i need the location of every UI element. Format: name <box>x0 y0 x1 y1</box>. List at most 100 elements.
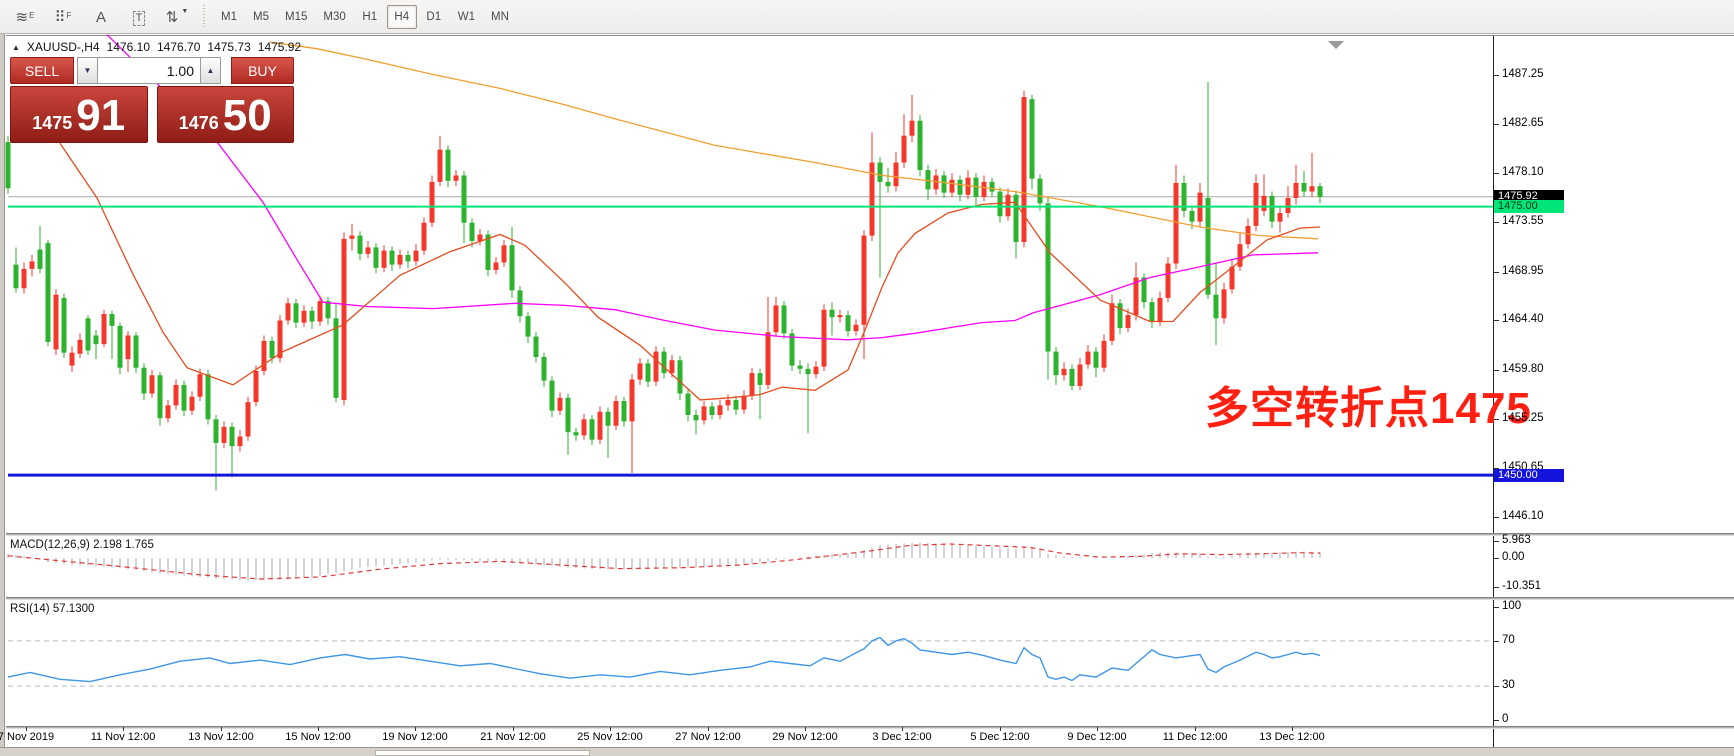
candle-body <box>486 235 491 270</box>
timeframe-button-d1[interactable]: D1 <box>419 5 449 29</box>
candle-body <box>622 401 627 421</box>
candle-body <box>70 353 75 366</box>
symbol-period-label: XAUUSD-,H4 <box>27 40 100 54</box>
candle-body <box>678 360 683 393</box>
candle-body <box>1118 303 1123 328</box>
timeframe-button-m30[interactable]: M30 <box>316 5 352 29</box>
candle-body <box>270 341 275 358</box>
timeframe-button-mn[interactable]: MN <box>484 5 516 29</box>
timeframe-button-m1[interactable]: M1 <box>214 5 244 29</box>
candle-body <box>782 305 787 333</box>
toolbar: ≋E⠿FAT ⇅▼ M1M5M15M30H1H4D1W1MN <box>0 0 1734 34</box>
grid-tool-button[interactable]: ⠿F <box>46 4 80 30</box>
candle-body <box>1230 267 1235 290</box>
candle-body <box>158 375 163 418</box>
candle-body <box>150 375 155 393</box>
price-tick-label: 1482.65 <box>1502 117 1544 129</box>
grid-icon: ⠿ <box>55 7 66 29</box>
buy-price-stem: 1476 <box>179 108 219 138</box>
date-tick-label: 25 Nov 12:00 <box>577 731 642 743</box>
text-box-tool-button[interactable]: T <box>122 4 156 30</box>
date-tick-label: 13 Nov 12:00 <box>188 731 253 743</box>
candle-body <box>1078 364 1083 385</box>
candle-body <box>502 245 507 262</box>
candle-body <box>614 401 619 426</box>
date-tick-label: 7 Nov 2019 <box>0 731 54 743</box>
candle-body <box>982 182 987 197</box>
macd-tick-mark <box>1494 541 1499 542</box>
chart-shift-marker-icon[interactable] <box>1328 41 1344 49</box>
candle-body <box>94 335 99 344</box>
candle-body <box>990 182 995 192</box>
sell-price-panel[interactable]: 1475 91 <box>10 86 148 143</box>
candle-body <box>366 247 371 253</box>
candle-body <box>942 175 947 192</box>
text-tool-button[interactable]: A <box>84 4 118 30</box>
macd-tick-mark <box>1494 558 1499 559</box>
candle-body <box>766 332 771 385</box>
candle-body <box>1198 193 1203 222</box>
candle-body <box>662 352 667 373</box>
buy-price-panel[interactable]: 1476 50 <box>157 86 295 143</box>
candle-body <box>430 182 435 223</box>
volume-increase-button[interactable]: ▲ <box>200 57 221 84</box>
candle-body <box>886 182 891 186</box>
candle-body <box>862 236 867 325</box>
candle-body <box>238 436 243 446</box>
buy-button[interactable]: BUY <box>231 57 294 84</box>
timeframe-button-m15[interactable]: M15 <box>278 5 314 29</box>
candle-body <box>118 326 123 368</box>
candle-body <box>590 419 595 439</box>
candle-body <box>966 178 971 195</box>
macd-label: MACD(12,26,9) 2.198 1.765 <box>10 539 154 551</box>
candle-body <box>566 398 571 432</box>
candle-body <box>894 163 899 187</box>
candle-body <box>478 235 483 241</box>
sell-price-pips: 91 <box>76 94 125 138</box>
candle-body <box>870 163 875 236</box>
candle-body <box>1254 183 1259 226</box>
candle-body <box>1006 195 1011 216</box>
candle-body <box>230 427 235 446</box>
volume-decrease-button[interactable]: ▼ <box>77 57 98 84</box>
volume-input[interactable] <box>98 57 200 84</box>
timeframe-button-m5[interactable]: M5 <box>246 5 276 29</box>
candle-body <box>22 269 27 288</box>
candle-body <box>390 251 395 265</box>
window-left-edge <box>0 34 5 747</box>
timeframe-button-h1[interactable]: H1 <box>355 5 385 29</box>
candle-body <box>734 400 739 410</box>
chart-macd-separator[interactable] <box>6 533 1734 536</box>
collapse-subwindow-icon[interactable]: ▲ <box>12 43 20 52</box>
dropdown-caret-icon[interactable]: ▼ <box>181 1 188 23</box>
chart-top-border <box>6 35 1734 36</box>
rsi-tick-label: 30 <box>1502 679 1515 691</box>
candle-body <box>206 374 211 419</box>
styler-tool-button[interactable]: ≋E <box>8 4 42 30</box>
candle-body <box>54 295 59 350</box>
timeframe-button-h4[interactable]: H4 <box>387 5 417 29</box>
price-tick-label: 1464.40 <box>1502 313 1544 325</box>
candle-body <box>558 398 563 411</box>
arrange-tool-button[interactable]: ⇅▼ <box>160 4 194 30</box>
candle-body <box>1214 295 1219 319</box>
candle-body <box>190 397 195 411</box>
candle-body <box>1038 179 1043 204</box>
text-box-icon: T <box>133 11 146 26</box>
candle-body <box>302 311 307 323</box>
price-axis-box-1475.00: 1475.00 <box>1494 200 1564 213</box>
macd-rsi-separator[interactable] <box>6 597 1734 600</box>
candle-body <box>422 223 427 251</box>
candle-body <box>710 406 715 415</box>
arrange-icon: ⇅ <box>166 7 179 29</box>
candle-body <box>1246 226 1251 244</box>
candle-body <box>902 136 907 163</box>
toolbar-separator <box>200 5 209 29</box>
chart-annotation-text[interactable]: 多空转折点1475 <box>1205 372 1532 436</box>
candle-body <box>294 303 299 322</box>
sell-button[interactable]: SELL <box>10 57 74 84</box>
candle-body <box>342 239 347 400</box>
candle-body <box>814 367 819 375</box>
timeframe-button-w1[interactable]: W1 <box>451 5 482 29</box>
price-tick-label: 1455.25 <box>1502 412 1544 424</box>
